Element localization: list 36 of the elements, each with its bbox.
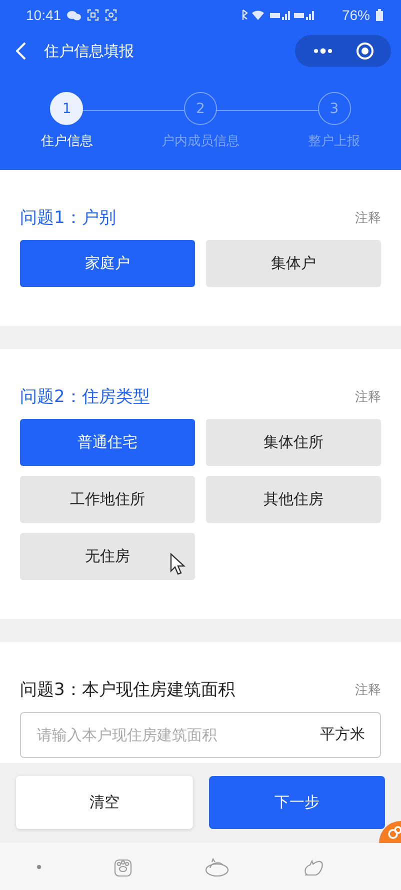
paw-icon[interactable] xyxy=(114,856,132,876)
more-icon[interactable] xyxy=(312,48,332,54)
option-button[interactable]: 工作地住所 xyxy=(20,476,195,523)
step-number: 3 xyxy=(318,92,351,125)
dot-icon xyxy=(36,864,41,868)
option-button[interactable]: 无住房 xyxy=(20,533,195,580)
back-icon[interactable] xyxy=(16,42,26,60)
option-button[interactable]: 普通住宅 xyxy=(20,419,195,466)
footer-button[interactable]: 清空 xyxy=(16,776,192,829)
note-link[interactable]: 注释 xyxy=(355,680,381,698)
page-title: 住户信息填报 xyxy=(44,42,134,60)
step-label: 户内成员信息 xyxy=(162,133,240,150)
scan-icon xyxy=(87,9,100,21)
note-link[interactable]: 注释 xyxy=(355,388,381,406)
battery-percent: 76% xyxy=(342,7,370,23)
option-button[interactable]: 家庭户 xyxy=(20,240,195,287)
question-title: 问题1：户别 xyxy=(20,207,116,229)
option-button[interactable]: 其他住房 xyxy=(206,476,381,523)
note-link[interactable]: 注释 xyxy=(355,208,381,226)
status-time: 10:41 xyxy=(26,7,62,23)
step-label: 住户信息 xyxy=(40,133,93,150)
chat-icon xyxy=(67,10,82,20)
option-button[interactable]: 集体住所 xyxy=(206,419,381,466)
option-button[interactable]: 集体户 xyxy=(206,240,381,287)
question-title: 问题3：本户现住房建筑面积 xyxy=(20,679,235,701)
step-label: 整户上报 xyxy=(308,133,360,150)
question-title: 问题2：住房类型 xyxy=(20,386,150,408)
step-number: 1 xyxy=(50,92,84,125)
close-icon[interactable] xyxy=(356,42,374,60)
scan-icon xyxy=(105,9,118,21)
cursor-icon xyxy=(170,553,186,575)
step-number: 2 xyxy=(184,92,217,125)
unit-label: 平方米 xyxy=(320,725,365,744)
capsule-menu[interactable] xyxy=(295,35,391,67)
battery-icon xyxy=(376,9,383,21)
footer-button[interactable]: 下一步 xyxy=(208,776,385,829)
